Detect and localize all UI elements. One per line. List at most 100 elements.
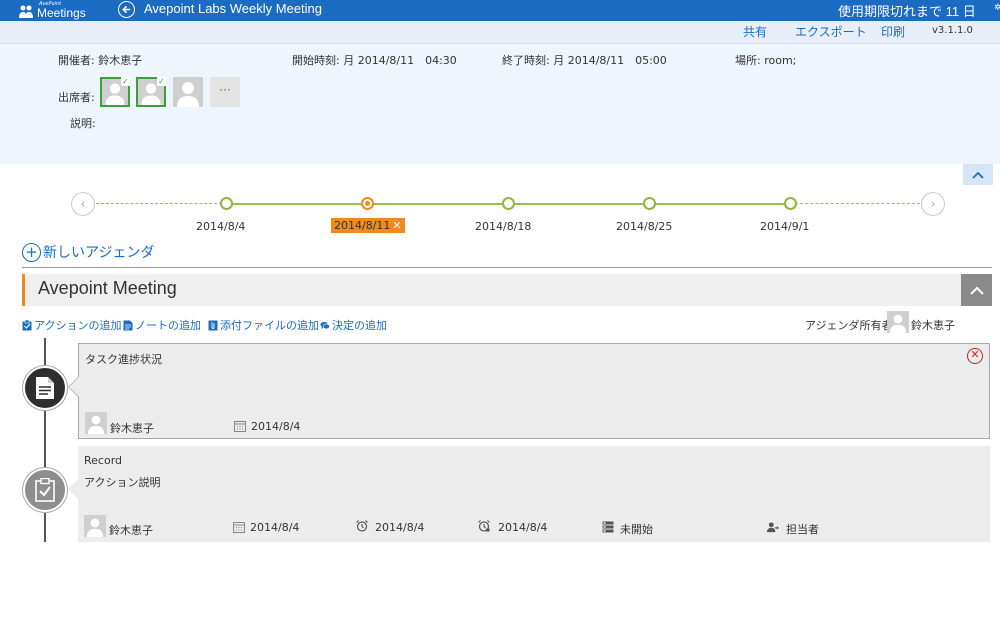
- print-button[interactable]: 印刷: [881, 23, 905, 40]
- chevron-up-icon: [969, 286, 984, 295]
- timeline-node-active[interactable]: [361, 197, 374, 210]
- description-label: 説明:: [70, 117, 96, 130]
- new-agenda-label: 新しいアジェンダ: [43, 245, 155, 261]
- note-item-icon: [23, 366, 67, 410]
- timeline-node[interactable]: [502, 197, 515, 210]
- close-circle-icon: ✕: [970, 348, 980, 361]
- action-status[interactable]: 未開始: [620, 521, 653, 537]
- user-icon: [87, 415, 105, 434]
- action-user-avatar: [84, 515, 106, 537]
- add-decision-label: 決定の追加: [332, 319, 387, 332]
- agenda-item-note[interactable]: タスク進捗状況 ✕ 鈴木恵子 2014/8/4: [68, 343, 990, 439]
- clipboard-check-icon: [35, 478, 55, 502]
- agenda-actions: アクションの追加 ノートの追加 添付ファイルの追加 決定の追加 アジェンダ所有者…: [22, 311, 992, 333]
- chevron-left-icon: ‹: [80, 197, 86, 211]
- clipboard-icon: [22, 319, 32, 330]
- attachment-icon: [208, 320, 218, 330]
- end-time: 終了時刻: 月 2014/8/11 05:00: [502, 54, 667, 67]
- action-description: アクション説明: [84, 476, 161, 489]
- timeline-date[interactable]: 2014/8/25: [616, 220, 672, 233]
- app-logo: AvePoint Meetings: [18, 0, 86, 21]
- start-time: 開始時刻: 月 2014/8/11 04:30: [292, 54, 457, 67]
- timeline-node[interactable]: [784, 197, 797, 210]
- add-action-button[interactable]: アクションの追加: [22, 317, 121, 333]
- location: 場所: room;: [735, 54, 797, 67]
- timeline-date[interactable]: 2014/8/4: [196, 220, 245, 233]
- meeting-info-panel: 共有 エクスポート 印刷 v3.1.1.0 開催者: 鈴木恵子 開始時刻: 月 …: [0, 21, 1000, 164]
- agenda-owner-label: アジェンダ所有者:: [805, 319, 897, 332]
- logo-app-name: Meetings: [37, 6, 86, 20]
- back-button[interactable]: [118, 1, 135, 18]
- timeline-next-button[interactable]: ›: [921, 192, 945, 216]
- add-attachment-button[interactable]: 添付ファイルの追加: [208, 317, 319, 333]
- timeline-prev-button[interactable]: ‹: [71, 192, 95, 216]
- agenda-owner-name: 鈴木恵子: [911, 319, 955, 332]
- action-due-date: 2014/8/4: [498, 521, 548, 534]
- timeline-date-text: 2014/8/11: [334, 219, 391, 232]
- meetings-logo-icon: [18, 3, 34, 19]
- export-button[interactable]: エクスポート: [795, 23, 867, 40]
- document-icon: [36, 377, 54, 399]
- check-icon: ✓: [121, 77, 130, 86]
- note-user-name: 鈴木恵子: [110, 422, 154, 435]
- add-action-label: アクションの追加: [34, 319, 122, 332]
- divider: [22, 267, 992, 268]
- delete-button[interactable]: ✕: [967, 348, 983, 364]
- chat-bubbles-icon: [320, 321, 330, 329]
- alarm-clock-icon: [356, 520, 368, 532]
- add-note-button[interactable]: ノートの追加: [123, 317, 201, 333]
- add-decision-button[interactable]: 決定の追加: [320, 317, 387, 333]
- close-icon[interactable]: ✕: [392, 219, 401, 232]
- due-clock-icon: [478, 520, 490, 532]
- expiry-notice: 使用期限切れまで 11 日: [838, 4, 976, 19]
- assign-user-icon: [767, 522, 779, 533]
- attendee-avatar[interactable]: [173, 77, 203, 107]
- note-title: タスク進捗状況: [85, 353, 162, 366]
- plus-circle-icon: +: [22, 242, 41, 262]
- check-icon: ✓: [157, 77, 166, 86]
- add-note-label: ノートの追加: [135, 319, 201, 332]
- attendee-avatar[interactable]: ✓: [100, 77, 130, 107]
- card-pointer: [68, 479, 78, 499]
- calendar-icon: [233, 522, 245, 533]
- timeline-node[interactable]: [643, 197, 656, 210]
- more-attendees-button[interactable]: ···: [210, 77, 240, 107]
- timeline-line: [96, 203, 222, 204]
- agenda-header: Avepoint Meeting: [22, 274, 992, 306]
- action-assignee[interactable]: 担当者: [786, 521, 819, 537]
- timeline-date-active[interactable]: 2014/8/11 ✕: [331, 218, 405, 233]
- timeline-line: [790, 203, 920, 204]
- action-user-name: 鈴木恵子: [109, 524, 153, 537]
- calendar-icon: [234, 421, 246, 432]
- user-icon: [177, 82, 199, 107]
- action-start-date: 2014/8/4: [375, 521, 425, 534]
- app-header: AvePoint Meetings Avepoint Labs Weekly M…: [0, 0, 1000, 21]
- timeline-node[interactable]: [220, 197, 233, 210]
- toolbar: 共有 エクスポート 印刷 v3.1.1.0: [0, 21, 1000, 44]
- note-icon: [123, 320, 133, 330]
- collapse-agenda-button[interactable]: [961, 274, 992, 306]
- timeline-date[interactable]: 2014/9/1: [760, 220, 809, 233]
- chevron-right-icon: ›: [930, 197, 936, 211]
- settings-icon[interactable]: ✲: [994, 3, 1000, 13]
- attendee-avatar[interactable]: ✓: [136, 77, 166, 107]
- status-icon: [602, 521, 614, 533]
- note-date: 2014/8/4: [251, 420, 301, 433]
- attendees-label: 出席者:: [58, 91, 95, 104]
- new-agenda-button[interactable]: + 新しいアジェンダ: [22, 242, 154, 262]
- card-pointer: [69, 377, 79, 397]
- meeting-title: Avepoint Labs Weekly Meeting: [144, 1, 323, 16]
- version-label: v3.1.1.0: [932, 25, 973, 36]
- collapse-header-button[interactable]: [963, 164, 993, 185]
- timeline-date[interactable]: 2014/8/18: [475, 220, 531, 233]
- note-user-avatar: [85, 412, 107, 434]
- action-title: Record: [84, 454, 123, 467]
- chevron-up-icon: [972, 171, 984, 179]
- agenda-item-action[interactable]: Record アクション説明 鈴木恵子 2014/8/4 2014/8/4 20…: [68, 446, 990, 542]
- agenda-owner-avatar: [887, 311, 909, 333]
- arrow-left-icon: [122, 5, 131, 14]
- share-button[interactable]: 共有: [743, 23, 767, 40]
- agenda-title: Avepoint Meeting: [38, 278, 177, 298]
- add-attachment-label: 添付ファイルの追加: [220, 319, 319, 332]
- user-icon: [86, 518, 104, 537]
